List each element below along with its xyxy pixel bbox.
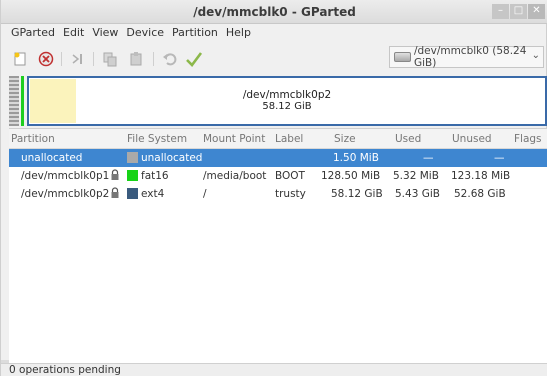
resize-icon[interactable] <box>69 50 87 68</box>
gparted-window: /dev/mmcblk0 - GParted – □ ✕ GParted Edi… <box>0 0 547 376</box>
fs-color-swatch <box>127 152 138 163</box>
partition-map-p1[interactable] <box>21 76 24 126</box>
column-size[interactable]: Size <box>334 133 356 145</box>
column-used[interactable]: Used <box>395 133 421 145</box>
paste-icon[interactable] <box>127 50 145 68</box>
copy-icon[interactable] <box>101 50 119 68</box>
cell-used: 5.32 MiB <box>393 170 439 182</box>
cell-label: trusty <box>275 188 306 200</box>
partition-map: /dev/mmcblk0p2 58.12 GiB <box>9 76 547 126</box>
column-file-system[interactable]: File System <box>127 133 187 145</box>
fs-color-swatch <box>127 170 138 181</box>
new-icon[interactable] <box>11 50 29 68</box>
cell-filesystem: unallocated <box>141 152 203 164</box>
table-row[interactable]: /dev/mmcblk0p2 ext4 / trusty 58.12 GiB 5… <box>9 185 547 203</box>
cell-unused: 52.68 GiB <box>454 188 506 200</box>
cell-partition: unallocated <box>21 152 83 164</box>
maximize-button[interactable]: □ <box>510 4 527 19</box>
cell-unused: 123.18 MiB <box>451 170 511 182</box>
menu-gparted[interactable]: GParted <box>7 24 59 42</box>
cell-label: BOOT <box>275 170 305 182</box>
cell-filesystem: fat16 <box>141 170 169 182</box>
partition-map-p2[interactable]: /dev/mmcblk0p2 58.12 GiB <box>27 76 547 126</box>
minimize-button[interactable]: – <box>492 4 509 19</box>
device-selector[interactable]: /dev/mmcblk0 (58.24 GiB) ⌄ <box>389 45 544 69</box>
partition-map-label: /dev/mmcblk0p2 <box>242 89 332 101</box>
table-row[interactable]: unallocated unallocated 1.50 MiB — — <box>9 149 547 167</box>
delete-icon[interactable] <box>37 50 55 68</box>
cell-size: 1.50 MiB <box>333 152 379 164</box>
cell-partition: /dev/mmcblk0p2 <box>21 188 110 200</box>
cell-size: 128.50 MiB <box>321 170 381 182</box>
device-selector-value: /dev/mmcblk0 (58.24 GiB) <box>413 45 527 69</box>
column-partition[interactable]: Partition <box>11 133 55 145</box>
cell-filesystem: ext4 <box>141 188 165 200</box>
menu-device[interactable]: Device <box>122 24 168 42</box>
status-text: 0 operations pending <box>9 364 121 376</box>
partition-map-size: 58.12 GiB <box>262 101 312 112</box>
toolbar-separator <box>61 52 62 66</box>
chevron-down-icon: ⌄ <box>531 50 540 61</box>
cell-unused: — <box>494 152 505 164</box>
partition-table: Partition File System Mount Point Label … <box>9 128 547 363</box>
undo-icon[interactable] <box>161 50 179 68</box>
cell-mount: /media/boot <box>203 170 267 182</box>
column-mount-point[interactable]: Mount Point <box>203 133 265 145</box>
menu-bar: GParted Edit View Device Partition Help <box>1 24 547 42</box>
lock-icon <box>111 187 119 199</box>
cell-size: 58.12 GiB <box>331 188 383 200</box>
status-bar: 0 operations pending <box>1 363 547 376</box>
cell-partition: /dev/mmcblk0p1 <box>21 170 110 182</box>
window-title: /dev/mmcblk0 - GParted <box>193 5 356 19</box>
table-row[interactable]: /dev/mmcblk0p1 fat16 /media/boot BOOT 12… <box>9 167 547 185</box>
menu-help[interactable]: Help <box>222 24 255 42</box>
drive-icon <box>394 52 411 62</box>
fs-color-swatch <box>127 188 138 199</box>
menu-edit[interactable]: Edit <box>59 24 88 42</box>
toolbar-separator <box>93 52 94 66</box>
table-header: Partition File System Mount Point Label … <box>9 129 547 149</box>
cell-used: — <box>423 152 434 164</box>
column-flags[interactable]: Flags <box>514 133 542 145</box>
menu-partition[interactable]: Partition <box>168 24 222 42</box>
partition-map-unallocated[interactable] <box>9 76 19 126</box>
menu-view[interactable]: View <box>88 24 122 42</box>
apply-icon[interactable] <box>185 50 203 68</box>
toolbar-separator <box>153 52 154 66</box>
column-label[interactable]: Label <box>275 133 303 145</box>
cell-mount: / <box>203 188 207 200</box>
cell-used: 5.43 GiB <box>395 188 440 200</box>
close-button[interactable]: ✕ <box>528 4 545 19</box>
window-controls: – □ ✕ <box>492 4 545 19</box>
column-unused[interactable]: Unused <box>452 133 492 145</box>
lock-icon <box>111 169 119 181</box>
title-bar[interactable]: /dev/mmcblk0 - GParted – □ ✕ <box>1 0 547 24</box>
